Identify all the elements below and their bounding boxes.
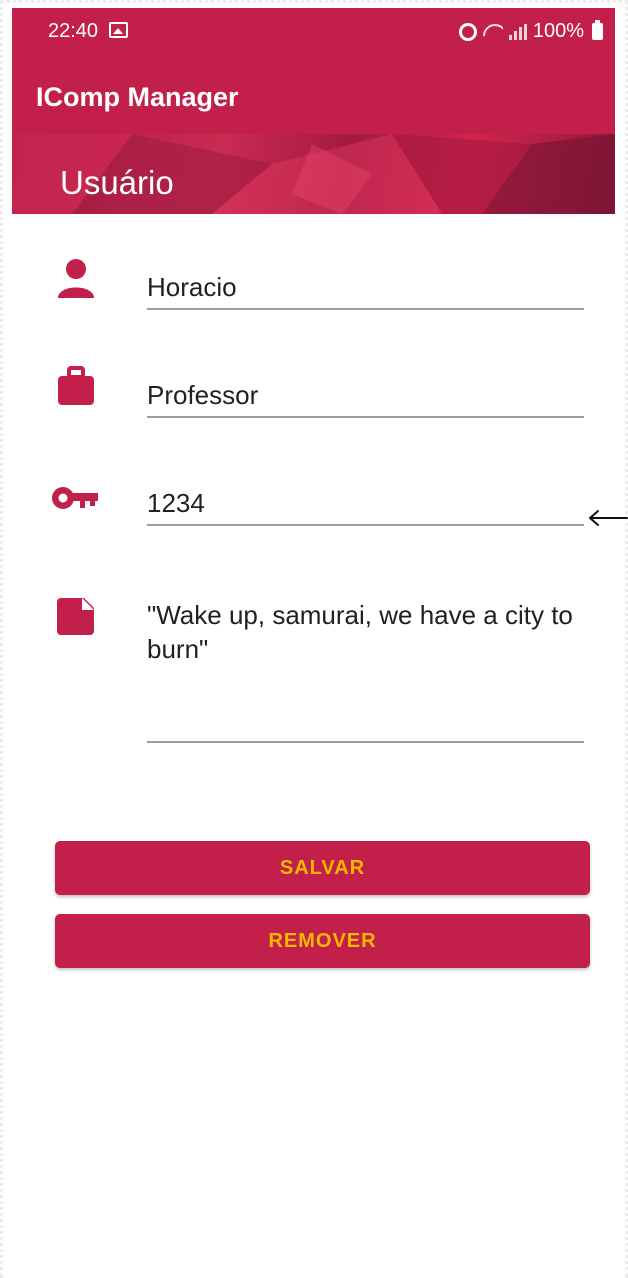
- status-time: 22:40: [48, 20, 99, 42]
- password-input[interactable]: 1234: [147, 486, 587, 520]
- app-title: IComp Manager: [36, 82, 239, 112]
- password-input-underline: [147, 524, 584, 526]
- phone-screen: 22:40 100% IComp Manager Usuário Horacio…: [12, 8, 628, 1278]
- alarm-icon: [458, 22, 477, 41]
- role-input-underline: [147, 416, 584, 418]
- remove-button[interactable]: REMOVER: [55, 914, 590, 968]
- status-bar: 22:40 100%: [12, 8, 615, 56]
- role-input[interactable]: Professor: [147, 378, 587, 412]
- battery-icon: [592, 20, 603, 40]
- battery-percentage: 100%: [532, 20, 584, 42]
- section-title: Usuário: [60, 164, 174, 201]
- note-icon: [57, 598, 94, 635]
- briefcase-icon: [58, 366, 94, 405]
- status-icons: 100%: [458, 20, 603, 43]
- note-input[interactable]: "Wake up, samurai, we have a city to bur…: [147, 598, 587, 666]
- annotation-arrow-icon: [589, 510, 628, 526]
- name-input[interactable]: Horacio: [147, 270, 587, 304]
- signal-icon: [508, 23, 527, 40]
- person-icon: [58, 259, 94, 298]
- app-bar: IComp Manager: [12, 56, 615, 134]
- section-banner: Usuário: [12, 134, 615, 214]
- note-input-underline: [147, 741, 584, 743]
- key-icon: [52, 487, 98, 509]
- wifi-icon: [483, 24, 503, 40]
- picture-icon: [109, 22, 128, 38]
- name-input-underline: [147, 308, 584, 310]
- save-button[interactable]: SALVAR: [55, 841, 590, 895]
